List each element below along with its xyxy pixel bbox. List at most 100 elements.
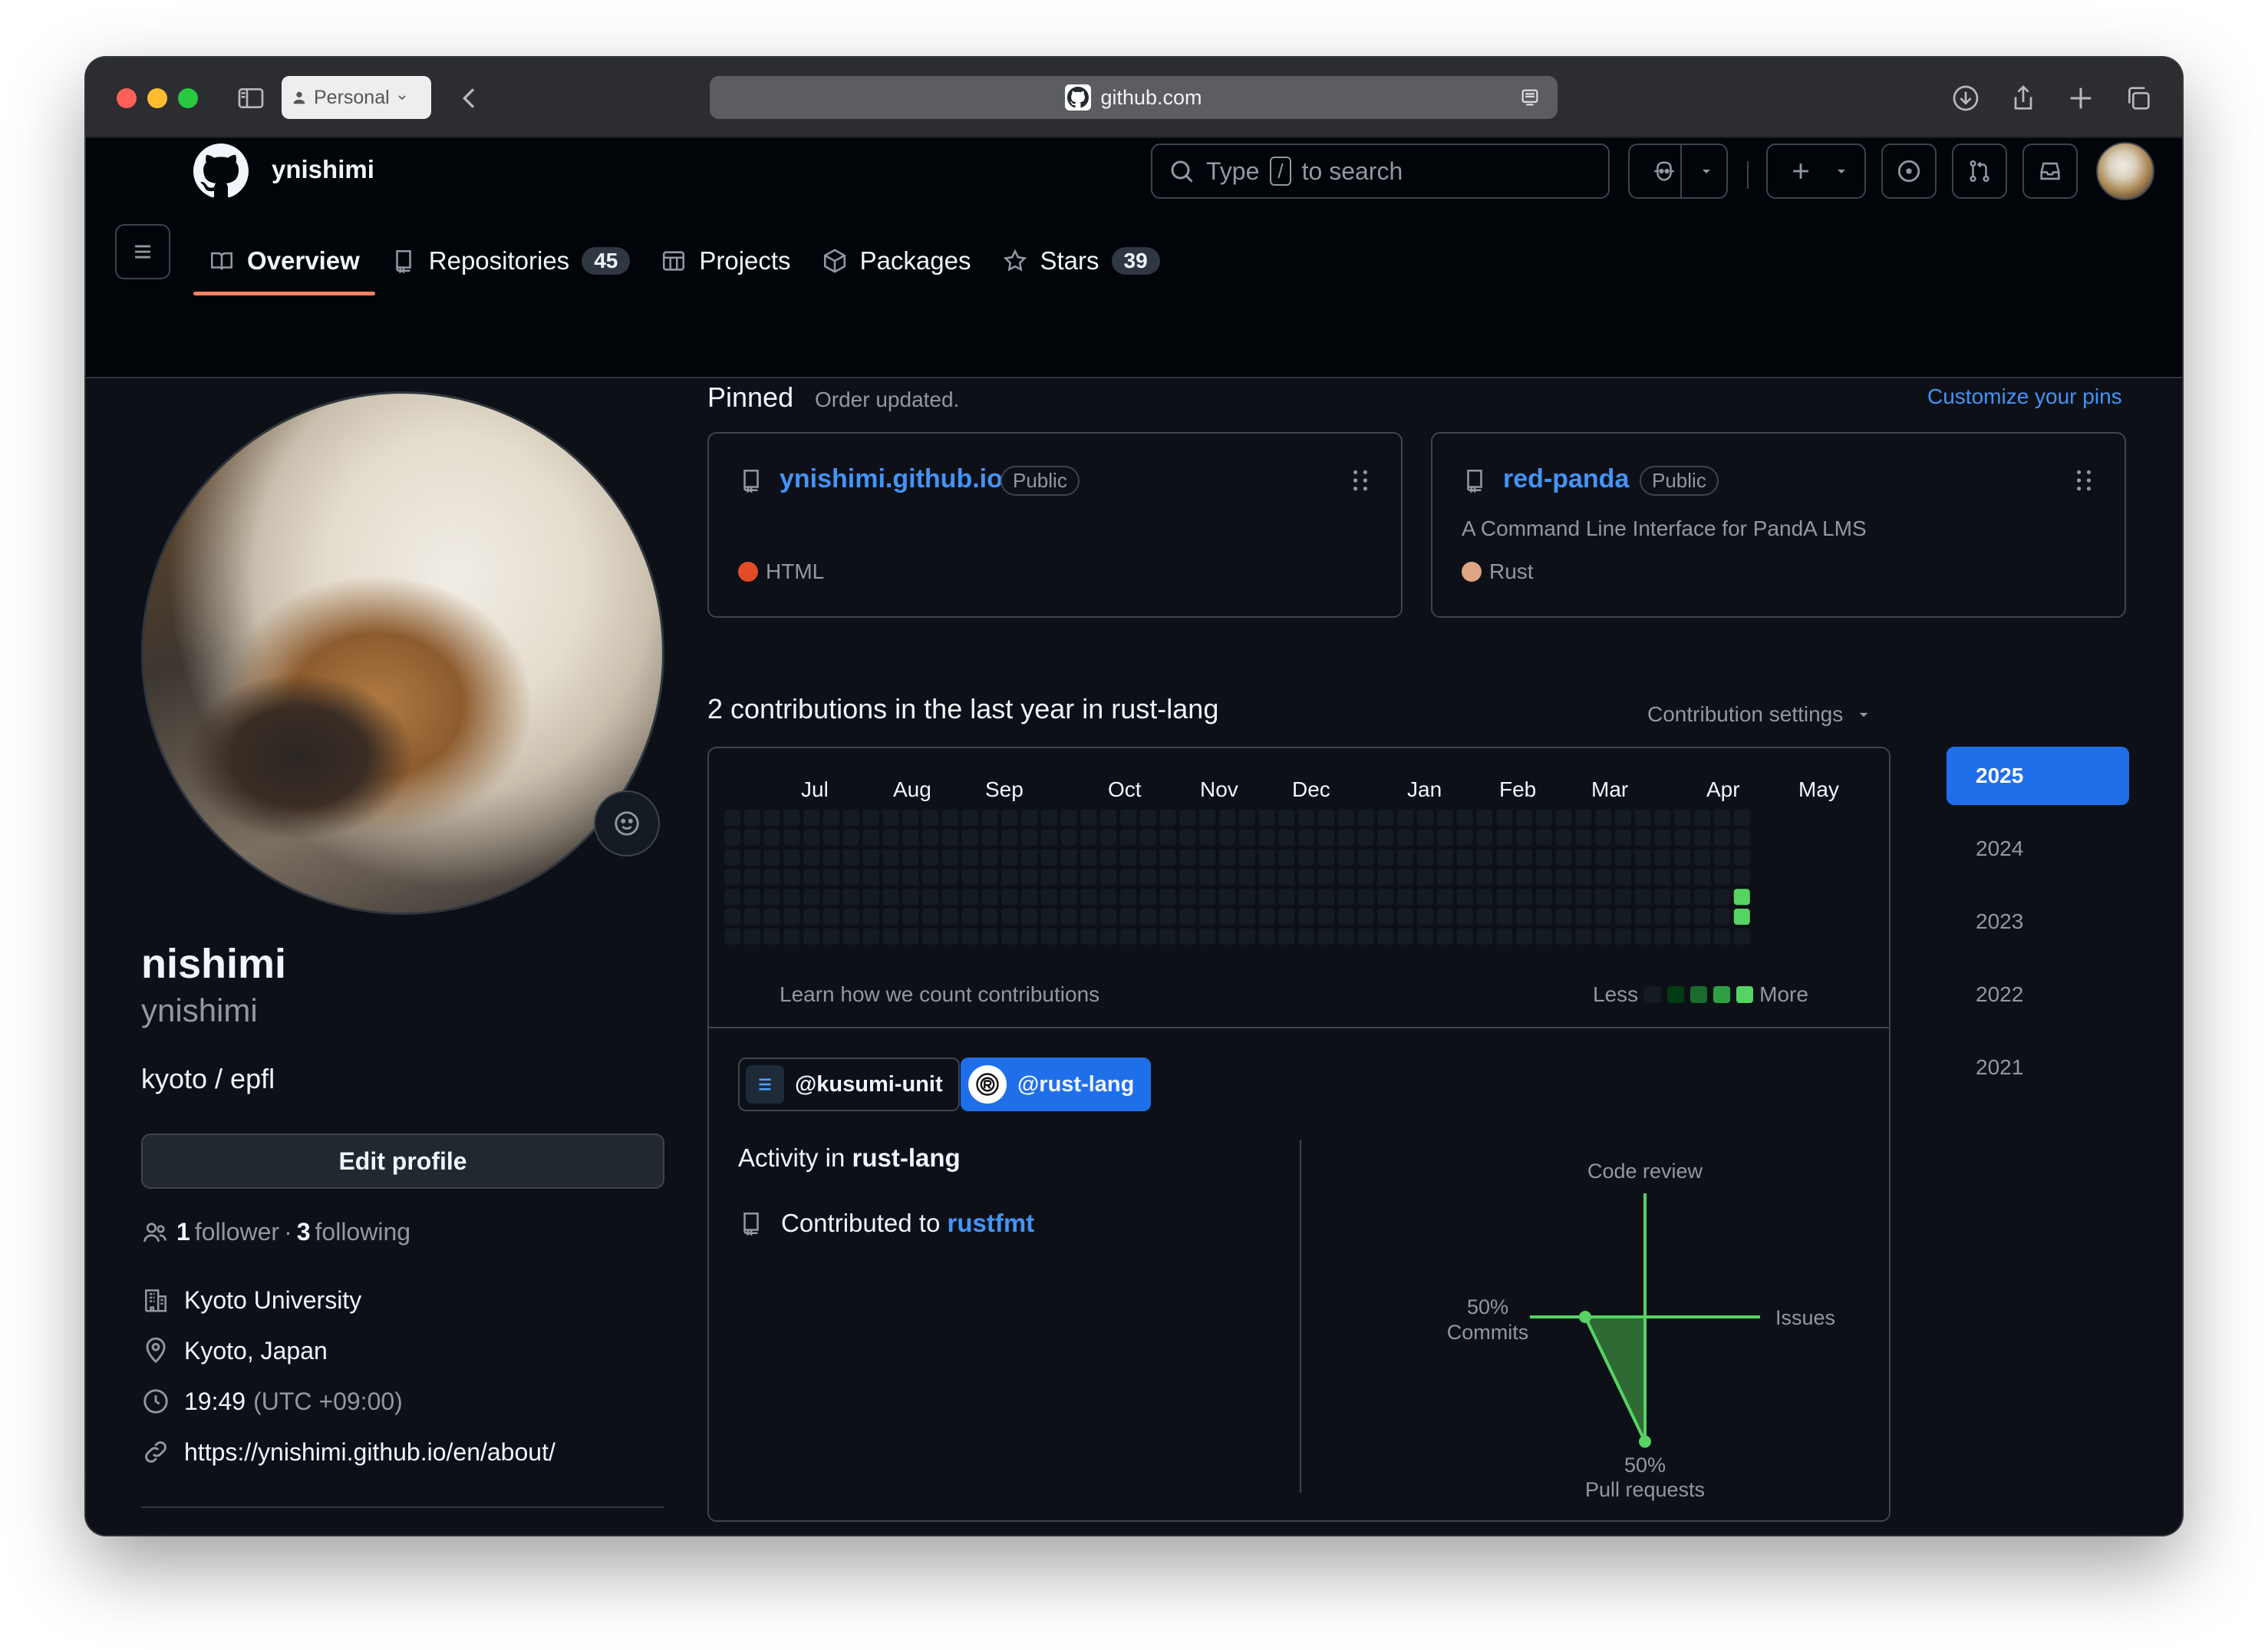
contribution-day-cell[interactable]	[1001, 928, 1018, 945]
contribution-day-cell[interactable]	[763, 869, 780, 886]
contribution-day-cell[interactable]	[783, 829, 800, 846]
contribution-day-cell[interactable]	[1436, 928, 1453, 945]
contribution-day-cell[interactable]	[1278, 928, 1295, 945]
create-new-button[interactable]	[1766, 144, 1866, 199]
contribution-day-cell[interactable]	[1357, 849, 1374, 866]
contribution-day-cell[interactable]	[1476, 810, 1493, 826]
contribution-day-cell[interactable]	[1535, 849, 1552, 866]
contribution-day-cell[interactable]	[1714, 849, 1730, 866]
contribution-day-cell[interactable]	[1120, 849, 1136, 866]
contribution-day-cell[interactable]	[842, 849, 859, 866]
contribution-day-cell[interactable]	[1298, 909, 1315, 925]
contribution-day-cell[interactable]	[1634, 829, 1651, 846]
contribution-day-cell[interactable]	[724, 869, 740, 886]
contribution-day-cell[interactable]	[1694, 869, 1711, 886]
contribution-day-cell[interactable]	[1615, 889, 1631, 906]
contribution-day-cell[interactable]	[882, 829, 899, 846]
contribution-day-cell[interactable]	[1634, 909, 1651, 925]
contribution-day-cell[interactable]	[1080, 909, 1097, 925]
contribution-day-cell[interactable]	[1456, 810, 1473, 826]
contribution-day-cell[interactable]	[1001, 849, 1018, 866]
followers-label[interactable]: follower	[195, 1218, 279, 1246]
pinned-repo-name[interactable]: ynishimi.github.io	[780, 464, 1003, 494]
contribution-day-cell[interactable]	[1674, 810, 1691, 826]
contribution-day-cell[interactable]	[902, 849, 919, 866]
contribution-day-cell[interactable]	[1377, 829, 1394, 846]
contribution-day-cell[interactable]	[961, 928, 978, 945]
contribution-day-cell[interactable]	[1516, 889, 1532, 906]
contribution-day-cell[interactable]	[1318, 869, 1334, 886]
contribution-day-cell[interactable]	[862, 810, 879, 826]
contribution-day-cell[interactable]	[1575, 829, 1592, 846]
contribution-day-cell[interactable]	[1258, 849, 1275, 866]
contribution-day-cell[interactable]	[1179, 849, 1196, 866]
contribution-day-cell[interactable]	[1535, 909, 1552, 925]
year-button[interactable]: 2023	[1947, 893, 2129, 951]
contribution-day-cell[interactable]	[1654, 829, 1671, 846]
contribution-day-cell[interactable]	[803, 829, 820, 846]
contribution-day-cell[interactable]	[1337, 810, 1354, 826]
contribution-day-cell[interactable]	[823, 928, 839, 945]
contribution-day-cell[interactable]	[842, 928, 859, 945]
contribution-day-cell[interactable]	[1298, 869, 1315, 886]
share-icon[interactable]	[2008, 83, 2039, 114]
org-filter-rust-lang[interactable]: @rust-lang	[961, 1058, 1152, 1111]
contribution-day-cell[interactable]	[1615, 829, 1631, 846]
contribution-day-cell[interactable]	[1615, 869, 1631, 886]
contribution-day-cell[interactable]	[862, 829, 879, 846]
contribution-day-cell[interactable]	[1714, 928, 1730, 945]
contribution-day-cell[interactable]	[922, 829, 938, 846]
contribution-day-cell[interactable]	[1199, 810, 1216, 826]
learn-contributions-link[interactable]: Learn how we count contributions	[780, 982, 1099, 1007]
contribution-day-cell[interactable]	[1654, 869, 1671, 886]
contribution-day-cell[interactable]	[1120, 869, 1136, 886]
contribution-day-cell[interactable]	[1318, 928, 1334, 945]
contribution-day-cell[interactable]	[823, 829, 839, 846]
contribution-day-cell[interactable]	[1654, 889, 1671, 906]
contribution-day-cell[interactable]	[1238, 829, 1255, 846]
contribution-day-cell[interactable]	[743, 889, 760, 906]
close-window-button[interactable]	[117, 88, 137, 108]
contribution-day-cell[interactable]	[1159, 889, 1176, 906]
contribution-day-cell[interactable]	[1120, 889, 1136, 906]
contribution-day-cell[interactable]	[1436, 810, 1453, 826]
contribution-day-cell[interactable]	[1219, 810, 1235, 826]
contribution-day-cell[interactable]	[1337, 928, 1354, 945]
contribution-day-cell[interactable]	[1397, 869, 1414, 886]
contribution-day-cell[interactable]	[922, 909, 938, 925]
contribution-day-cell[interactable]	[1278, 849, 1295, 866]
contribution-day-cell[interactable]	[1179, 829, 1196, 846]
contribution-day-cell[interactable]	[961, 889, 978, 906]
contribution-day-cell[interactable]	[1337, 849, 1354, 866]
contribution-day-cell[interactable]	[1278, 810, 1295, 826]
contribution-day-cell[interactable]	[842, 889, 859, 906]
contribution-day-cell[interactable]	[1397, 829, 1414, 846]
contribution-day-cell[interactable]	[1337, 889, 1354, 906]
contribution-day-cell[interactable]	[1120, 909, 1136, 925]
contribution-day-cell[interactable]	[1654, 810, 1671, 826]
contribution-day-cell[interactable]	[1001, 889, 1018, 906]
contribution-day-cell[interactable]	[1694, 928, 1711, 945]
contribution-day-cell[interactable]	[1476, 889, 1493, 906]
contribution-day-cell[interactable]	[1120, 829, 1136, 846]
contribution-day-cell[interactable]	[1337, 909, 1354, 925]
contribution-day-cell[interactable]	[823, 909, 839, 925]
contribution-day-cell[interactable]	[783, 909, 800, 925]
contribution-day-cell[interactable]	[1238, 889, 1255, 906]
contribution-day-cell[interactable]	[1496, 928, 1513, 945]
contribution-day-cell[interactable]	[1694, 889, 1711, 906]
contribution-day-cell[interactable]	[1060, 810, 1077, 826]
contribution-day-cell[interactable]	[724, 810, 740, 826]
downloads-icon[interactable]	[1950, 83, 1981, 114]
contribution-day-cell[interactable]	[1021, 810, 1037, 826]
contribution-day-cell[interactable]	[1298, 928, 1315, 945]
contribution-day-cell[interactable]	[862, 849, 879, 866]
contribution-day-cell[interactable]	[1159, 869, 1176, 886]
contribution-day-cell[interactable]	[763, 810, 780, 826]
contribution-day-cell[interactable]	[783, 849, 800, 866]
contribution-day-cell[interactable]	[1001, 829, 1018, 846]
contribution-day-cell[interactable]	[941, 829, 958, 846]
contribution-day-cell[interactable]	[1179, 928, 1196, 945]
contribution-day-cell[interactable]	[1179, 889, 1196, 906]
contribution-day-cell[interactable]	[862, 869, 879, 886]
